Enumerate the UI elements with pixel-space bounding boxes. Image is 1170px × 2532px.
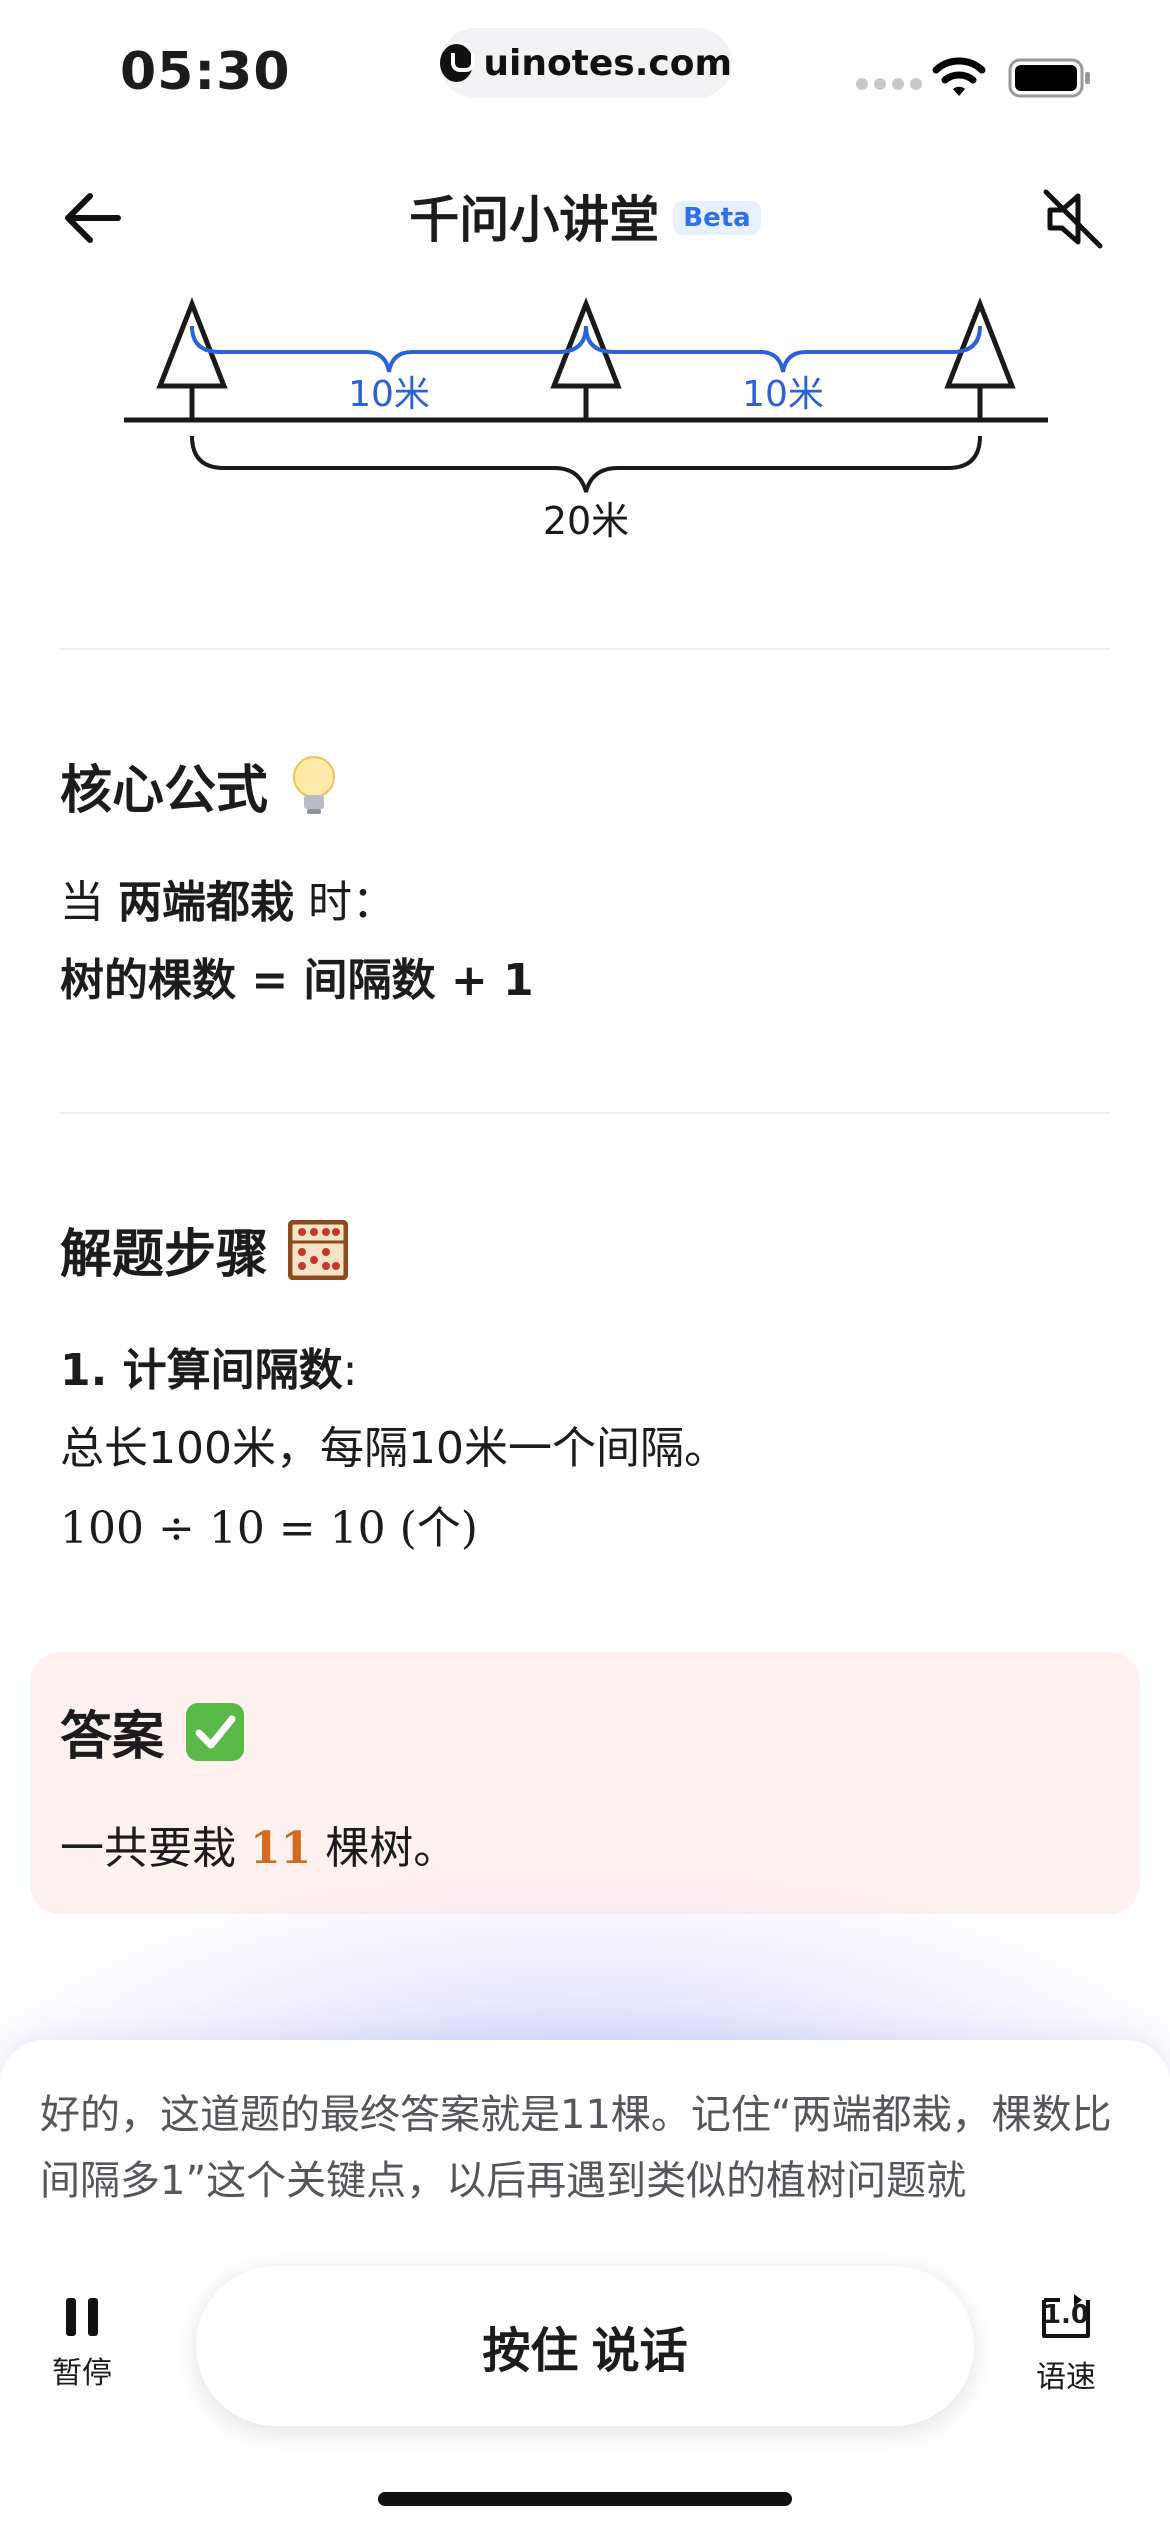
answer-suffix: 棵树。 bbox=[311, 1823, 458, 1874]
status-time: 05:30 bbox=[120, 42, 291, 102]
formula-condition: 当 两端都栽 时： bbox=[60, 866, 396, 930]
speech-caption: 好的，这道题的最终答案就是11棵。记住“两端都栽，棵数比间隔多1”这个关键点，以… bbox=[40, 2092, 1112, 2204]
answer-number: 11 bbox=[250, 1823, 312, 1874]
speed-icon: 1.0 bbox=[1038, 2292, 1094, 2342]
page-title: 千问小讲堂 Beta bbox=[0, 180, 1170, 252]
hold-to-talk-button[interactable]: 按住 说话 bbox=[196, 2266, 974, 2426]
formula-equation-rest: = 间隔数 + 1 bbox=[236, 955, 534, 1006]
label-right-interval: 10米 bbox=[742, 374, 824, 415]
abacus-icon bbox=[288, 1219, 349, 1280]
mute-speaker-icon[interactable] bbox=[1040, 186, 1106, 252]
url-text: uinotes.com bbox=[483, 42, 732, 84]
brace-right bbox=[584, 325, 982, 373]
formula-equation-subject: 树的棵数 bbox=[60, 955, 236, 1006]
step1-title-text: 1. 计算间隔数 bbox=[60, 1345, 343, 1396]
formula-condition-prefix: 当 bbox=[60, 877, 118, 928]
tree-left bbox=[156, 297, 228, 420]
tree-middle bbox=[550, 297, 622, 420]
answer-prefix: 一共要栽 bbox=[60, 1823, 250, 1874]
wifi-icon bbox=[932, 57, 986, 96]
step1-colon: : bbox=[342, 1345, 358, 1396]
label-left-interval: 10米 bbox=[348, 374, 430, 415]
pause-button[interactable]: 暂停 bbox=[52, 2296, 112, 2392]
pause-icon bbox=[66, 2298, 98, 2336]
formula-equation: 树的棵数 = 间隔数 + 1 bbox=[60, 944, 534, 1008]
check-mark-icon bbox=[186, 1702, 245, 1761]
tree-planting-diagram: 10米 10米 20米 bbox=[124, 297, 1048, 543]
formula-heading: 核心公式 bbox=[60, 748, 340, 823]
divider bbox=[60, 648, 1110, 650]
answer-heading: 答案 bbox=[60, 1694, 246, 1769]
brace-left bbox=[190, 325, 588, 373]
divider bbox=[60, 1112, 1110, 1114]
answer-heading-text: 答案 bbox=[60, 1707, 165, 1767]
brace-total bbox=[190, 435, 982, 493]
battery-icon bbox=[1008, 58, 1090, 98]
page-title-text: 千问小讲堂 bbox=[409, 191, 660, 249]
label-total-length: 20米 bbox=[543, 499, 629, 543]
step1-calculation: 100 ÷ 10 = 10 (个) bbox=[60, 1503, 478, 1554]
formula-condition-bold: 两端都栽 bbox=[118, 877, 294, 928]
lightbulb-icon bbox=[293, 755, 336, 814]
speed-value: 1.0 bbox=[1042, 2300, 1090, 2330]
steps-heading-text: 解题步骤 bbox=[60, 1225, 269, 1285]
speed-label: 语速 bbox=[1036, 2360, 1096, 2395]
cellular-signal-icon bbox=[856, 78, 922, 90]
formula-heading-text: 核心公式 bbox=[60, 761, 269, 821]
url-pill[interactable]: uinotes.com bbox=[440, 28, 732, 98]
speed-button[interactable]: 1.0 语速 bbox=[1036, 2292, 1096, 2396]
pause-label: 暂停 bbox=[52, 2356, 112, 2391]
tree-right bbox=[944, 297, 1016, 420]
home-indicator[interactable] bbox=[378, 2492, 792, 2506]
step1-title: 1. 计算间隔数: bbox=[60, 1334, 357, 1398]
formula-condition-suffix: 时： bbox=[294, 877, 396, 928]
steps-heading: 解题步骤 bbox=[60, 1212, 349, 1287]
step1-text: 总长100米，每隔10米一个间隔。 bbox=[60, 1423, 728, 1474]
beta-badge: Beta bbox=[673, 200, 761, 235]
site-logo-icon bbox=[440, 44, 476, 82]
answer-text: 一共要栽 11 棵树。 bbox=[60, 1812, 457, 1876]
